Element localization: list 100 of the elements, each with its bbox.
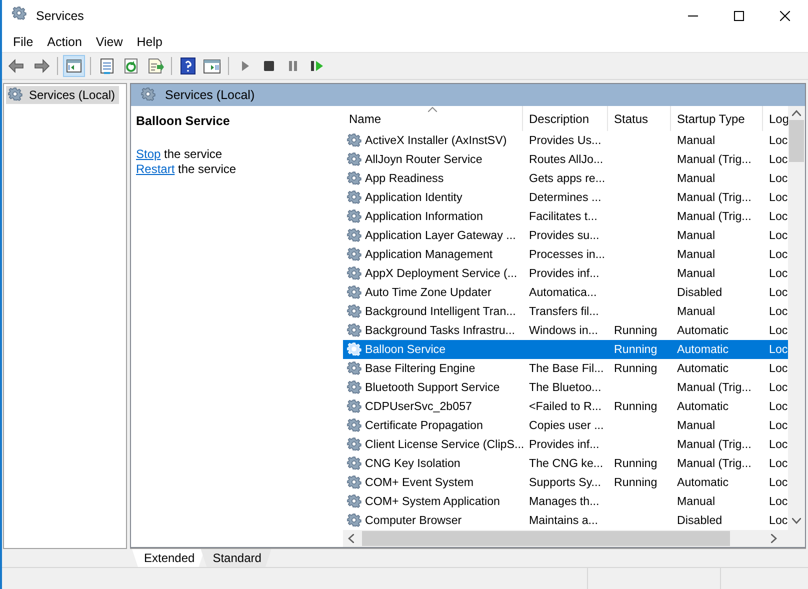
table-cell: Automatic [677, 476, 729, 489]
menu-item[interactable]: View [88, 32, 130, 50]
table-cell: COM+ System Application [365, 495, 500, 508]
scroll-right-icon[interactable] [771, 534, 777, 543]
service-title: Balloon Service [136, 114, 231, 128]
service-row[interactable]: CNG Key Isolation The CNG ke... Running Manual (Trig... Loc [343, 454, 788, 473]
service-row[interactable]: Application Layer Gateway ... Provides su... Manual Loc [343, 226, 788, 245]
column-header[interactable]: Status [608, 106, 671, 131]
table-cell: <Failed to R... [529, 400, 602, 413]
table-cell: Loc [769, 438, 788, 451]
service-row[interactable]: Background Tasks Infrastru... Windows in... Running Automatic Loc [343, 321, 788, 340]
service-row[interactable]: App Readiness Gets apps re... Manual Loc [343, 169, 788, 188]
service-row[interactable]: AppX Deployment Service (... Provides inf... Manual Loc [343, 264, 788, 283]
action-pane-icon [202, 57, 222, 75]
service-gear-icon [347, 228, 363, 244]
service-row[interactable]: ActiveX Installer (AxInstSV) Provides Us... Manual Loc [343, 131, 788, 150]
table-cell: Provides su... [529, 229, 600, 242]
table-cell: Loc [769, 210, 788, 223]
service-row[interactable]: Application Identity Determines ... Manual (Trig... Loc [343, 188, 788, 207]
column-header[interactable]: Startup Type [671, 106, 763, 131]
table-cell: Loc [769, 172, 788, 185]
table-cell: Automatic [677, 343, 729, 356]
scroll-thumb[interactable] [362, 531, 730, 546]
vertical-scrollbar[interactable] [788, 106, 805, 530]
service-action-link[interactable]: Stop [136, 147, 161, 161]
scroll-down-icon[interactable] [792, 518, 801, 524]
service-row[interactable]: Client License Service (ClipS... Provides inf... Manual (Trig... Loc [343, 435, 788, 454]
column-header[interactable]: Name [343, 106, 523, 131]
table-cell: Automatic [677, 400, 729, 413]
service-gear-icon [347, 398, 363, 414]
service-gear-icon [347, 456, 363, 472]
view-tab[interactable]: Extended [132, 549, 205, 567]
table-cell: Automatic [677, 324, 729, 337]
service-gear-icon [347, 512, 363, 528]
table-cell: Windows in... [529, 324, 598, 337]
table-cell: Manual (Trig... [677, 191, 752, 204]
service-row[interactable]: COM+ System Application Manages th... Manual Loc [343, 492, 788, 511]
service-row[interactable]: Background Intelligent Tran... Transfers fil... Manual Loc [343, 302, 788, 321]
service-row[interactable]: Auto Time Zone Updater Automatica... Disabled Loc [343, 283, 788, 302]
table-cell: Transfers fil... [529, 305, 599, 318]
column-header[interactable]: Description [523, 106, 608, 131]
view-tab[interactable]: Standard [200, 549, 272, 567]
service-row[interactable]: Bluetooth Support Service The Bluetoo... Manual (Trig... Loc [343, 378, 788, 397]
service-row[interactable]: Application Information Facilitates t... Manual (Trig... Loc [343, 207, 788, 226]
table-cell: Manual [677, 172, 716, 185]
table-cell: Loc [769, 343, 788, 356]
table-cell: Loc [769, 324, 788, 337]
table-cell: Application Layer Gateway ... [365, 229, 516, 242]
table-cell: Manual (Trig... [677, 210, 752, 223]
console-tree-icon [64, 57, 84, 75]
service-gear-icon [347, 284, 363, 300]
table-cell: The Base Fil... [529, 362, 604, 375]
service-row[interactable]: Computer Browser Maintains a... Disabled Loc [343, 511, 788, 530]
service-gear-icon [347, 494, 363, 510]
service-row[interactable]: AllJoyn Router Service Routes AllJo... Manual (Trig... Loc [343, 150, 788, 169]
service-gear-icon [347, 418, 363, 434]
table-cell: Manual [677, 495, 716, 508]
table-cell: Manual [677, 267, 716, 280]
table-cell: Supports Sy... [529, 476, 601, 489]
table-cell: Bluetooth Support Service [365, 381, 500, 394]
table-cell: Running [614, 457, 658, 470]
table-cell: The Bluetoo... [529, 381, 602, 394]
service-gear-icon [347, 266, 363, 282]
scroll-left-icon[interactable] [348, 534, 354, 543]
menu-item[interactable]: Action [40, 32, 89, 50]
table-cell: Maintains a... [529, 514, 598, 527]
console-tree-button[interactable] [63, 55, 85, 77]
service-row[interactable]: Balloon Service Running Automatic Loc [343, 340, 788, 359]
menu-item[interactable]: Help [130, 32, 170, 50]
menu-item[interactable]: File [6, 32, 40, 50]
scroll-thumb[interactable] [789, 120, 804, 162]
service-action-link[interactable]: Restart [136, 162, 175, 176]
table-cell: CDPUserSvc_2b057 [365, 400, 472, 413]
table-cell: COM+ Event System [365, 476, 474, 489]
table-cell: Loc [769, 457, 788, 470]
table-cell: Provides inf... [529, 267, 600, 280]
table-cell: Auto Time Zone Updater [365, 286, 492, 299]
sort-indicator-icon [428, 107, 437, 112]
scroll-up-icon[interactable] [792, 110, 801, 116]
service-row[interactable]: Base Filtering Engine The Base Fil... Running Automatic Loc [343, 359, 788, 378]
table-cell: Application Identity [365, 191, 462, 204]
table-cell: App Readiness [365, 172, 444, 185]
service-row[interactable]: Application Management Processes in... Manual Loc [343, 245, 788, 264]
app-gear-icon [12, 6, 28, 22]
table-cell: Routes AllJo... [529, 153, 604, 166]
table-cell: AllJoyn Router Service [365, 153, 482, 166]
service-gear-icon [347, 474, 363, 490]
table-cell: Background Intelligent Tran... [365, 305, 516, 318]
table-cell: Manual [677, 419, 716, 432]
table-cell: Automatic [677, 362, 729, 375]
table-cell: Manual [677, 134, 716, 147]
table-cell: Manual (Trig... [677, 153, 752, 166]
table-cell: Facilitates t... [529, 210, 598, 223]
service-row[interactable]: COM+ Event System Supports Sy... Running Automatic Loc [343, 473, 788, 492]
tree-item[interactable]: Services (Local) [6, 86, 120, 104]
table-cell: Running [614, 400, 658, 413]
service-row[interactable]: CDPUserSvc_2b057 <Failed to R... Running Automatic Loc [343, 397, 788, 416]
service-row[interactable]: Certificate Propagation Copies user ... Manual Loc [343, 416, 788, 435]
table-cell: Certificate Propagation [365, 419, 483, 432]
horizontal-scrollbar[interactable] [343, 530, 805, 547]
